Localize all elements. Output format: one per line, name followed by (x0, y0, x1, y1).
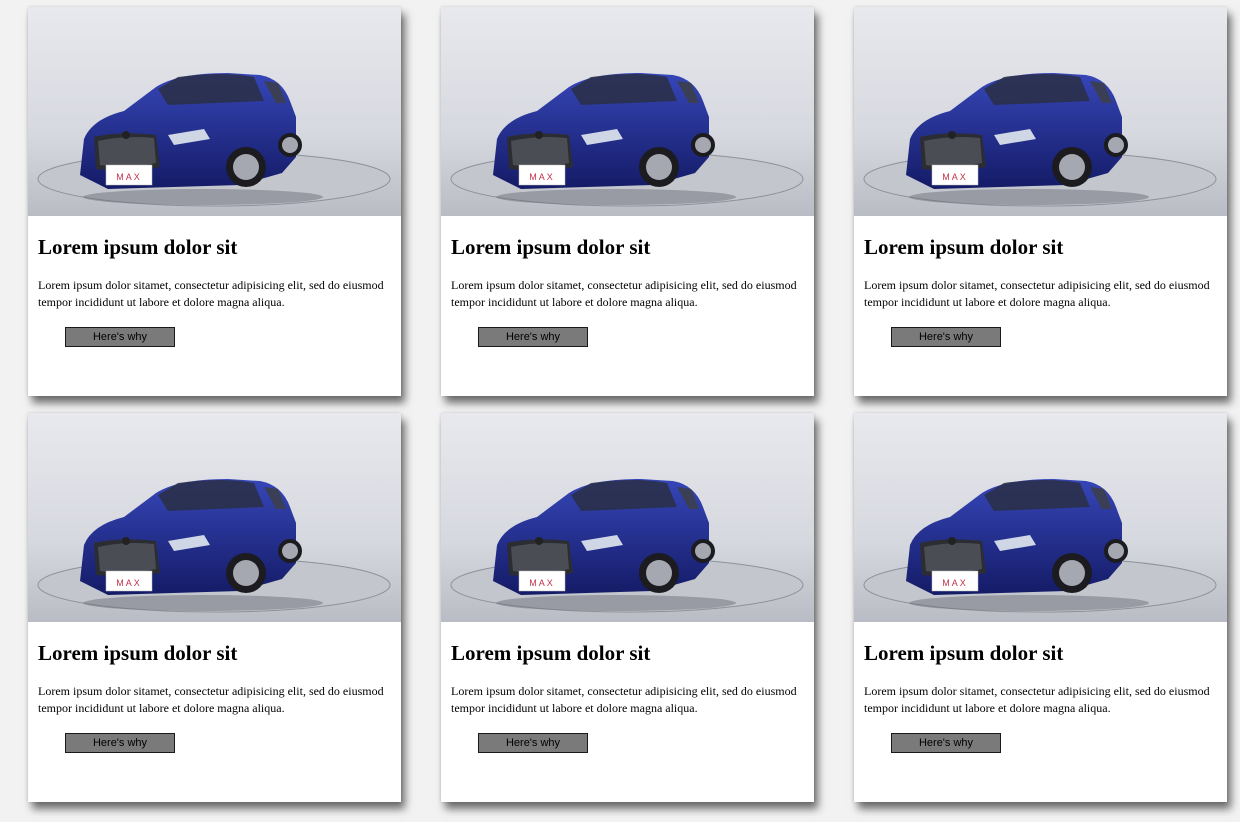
svg-text:MAX: MAX (116, 578, 142, 588)
card: MAX Lorem ipsum dolor sit Lorem ipsum do… (441, 7, 814, 396)
car-image: MAX (441, 413, 814, 622)
heres-why-button[interactable]: Here's why (65, 732, 175, 753)
card-body: Lorem ipsum dolor sit Lorem ipsum dolor … (854, 622, 1227, 753)
car-image: MAX (28, 7, 401, 216)
card-grid: MAX Lorem ipsum dolor sit Lorem ipsum do… (0, 0, 1240, 822)
card: MAX Lorem ipsum dolor sit Lorem ipsum do… (854, 413, 1227, 802)
card-body: Lorem ipsum dolor sit Lorem ipsum dolor … (28, 622, 401, 753)
svg-text:MAX: MAX (942, 172, 968, 182)
card-title: Lorem ipsum dolor sit (864, 235, 1064, 259)
heres-why-button[interactable]: Here's why (891, 326, 1001, 347)
card: MAX Lorem ipsum dolor sit Lorem ipsum do… (28, 7, 401, 396)
heres-why-button[interactable]: Here's why (478, 326, 588, 347)
heres-why-button[interactable]: Here's why (65, 326, 175, 347)
svg-text:MAX: MAX (116, 172, 142, 182)
card-description: Lorem ipsum dolor sitamet, consectetur a… (38, 684, 384, 716)
card-description: Lorem ipsum dolor sitamet, consectetur a… (451, 684, 797, 716)
card-title: Lorem ipsum dolor sit (38, 641, 238, 665)
car-image: MAX (854, 413, 1227, 622)
card-body: Lorem ipsum dolor sit Lorem ipsum dolor … (854, 216, 1227, 347)
car-image: MAX (854, 7, 1227, 216)
card-description: Lorem ipsum dolor sitamet, consectetur a… (864, 278, 1210, 310)
card-body: Lorem ipsum dolor sit Lorem ipsum dolor … (441, 216, 814, 347)
card-title: Lorem ipsum dolor sit (38, 235, 238, 259)
car-image: MAX (28, 413, 401, 622)
card: MAX Lorem ipsum dolor sit Lorem ipsum do… (441, 413, 814, 802)
heres-why-button[interactable]: Here's why (478, 732, 588, 753)
card-body: Lorem ipsum dolor sit Lorem ipsum dolor … (28, 216, 401, 347)
heres-why-button[interactable]: Here's why (891, 732, 1001, 753)
card-description: Lorem ipsum dolor sitamet, consectetur a… (38, 278, 384, 310)
card-description: Lorem ipsum dolor sitamet, consectetur a… (451, 278, 797, 310)
svg-text:MAX: MAX (529, 172, 555, 182)
car-image: MAX (441, 7, 814, 216)
svg-text:MAX: MAX (529, 578, 555, 588)
card-title: Lorem ipsum dolor sit (451, 235, 651, 259)
card: MAX Lorem ipsum dolor sit Lorem ipsum do… (854, 7, 1227, 396)
card-title: Lorem ipsum dolor sit (451, 641, 651, 665)
card: MAX Lorem ipsum dolor sit Lorem ipsum do… (28, 413, 401, 802)
card-body: Lorem ipsum dolor sit Lorem ipsum dolor … (441, 622, 814, 753)
card-title: Lorem ipsum dolor sit (864, 641, 1064, 665)
card-description: Lorem ipsum dolor sitamet, consectetur a… (864, 684, 1210, 716)
svg-text:MAX: MAX (942, 578, 968, 588)
